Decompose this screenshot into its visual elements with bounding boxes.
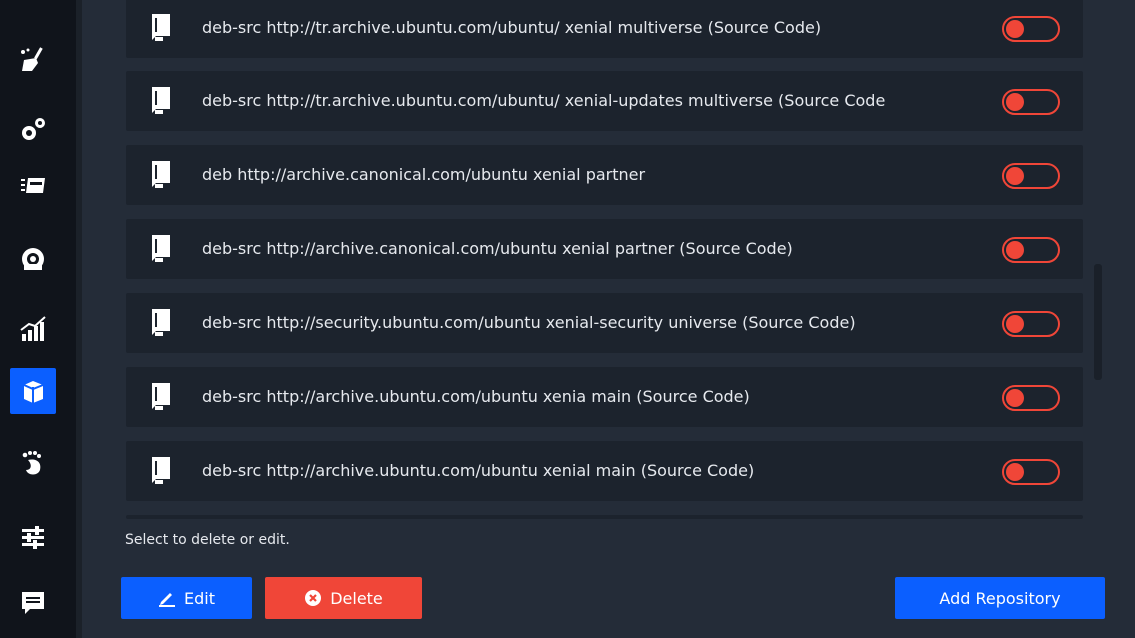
toggle-knob xyxy=(1006,315,1024,333)
sidebar-item-resources[interactable] xyxy=(10,306,56,352)
repository-toggle[interactable] xyxy=(1002,459,1060,485)
resources-chart-icon xyxy=(20,316,46,341)
repository-text: deb-src http://archive.canonical.com/ubu… xyxy=(202,239,793,258)
document-icon xyxy=(152,87,170,114)
package-box-icon xyxy=(23,381,44,403)
sidebar-item-startup[interactable] xyxy=(10,162,56,208)
sidebar xyxy=(0,0,76,638)
sidebar-item-system-info[interactable] xyxy=(10,106,56,152)
document-icon xyxy=(152,161,170,188)
toggle-knob xyxy=(1006,20,1024,38)
repository-toggle[interactable] xyxy=(1002,311,1060,337)
toggle-knob xyxy=(1006,463,1024,481)
broom-icon xyxy=(21,47,43,71)
toggle-knob xyxy=(1006,241,1024,259)
close-circle-icon xyxy=(305,590,322,606)
add-repository-button[interactable]: Add Repository xyxy=(895,577,1105,619)
document-icon xyxy=(152,309,170,336)
document-icon xyxy=(152,383,170,410)
gears-icon xyxy=(22,118,45,140)
sidebar-item-cleaner[interactable] xyxy=(10,36,56,82)
document-icon xyxy=(152,235,170,262)
repository-row[interactable]: deb-src http://archive.ubuntu.com/ubuntu… xyxy=(126,441,1083,501)
repository-row[interactable]: deb-src http://security.ubuntu.com/ubunt… xyxy=(126,293,1083,353)
edit-button-label: Edit xyxy=(184,588,215,608)
sidebar-item-services[interactable] xyxy=(10,236,56,282)
comment-icon xyxy=(22,592,44,614)
repositories-panel: deb-src http://tr.archive.ubuntu.com/ubu… xyxy=(82,0,1135,638)
add-repository-button-label: Add Repository xyxy=(939,588,1061,608)
edit-button[interactable]: Edit xyxy=(121,577,252,619)
scrollbar[interactable] xyxy=(1094,264,1102,380)
sidebar-item-gnome[interactable] xyxy=(10,440,56,486)
repository-text: deb-src http://security.ubuntu.com/ubunt… xyxy=(202,313,856,332)
repository-row[interactable]: deb http://archive.canonical.com/ubuntu … xyxy=(126,145,1083,205)
repository-row-partial[interactable] xyxy=(126,515,1083,519)
toggle-knob xyxy=(1006,389,1024,407)
selection-hint: Select to delete or edit. xyxy=(125,532,290,548)
repository-text: deb http://archive.canonical.com/ubuntu … xyxy=(202,165,646,184)
sidebar-item-feedback[interactable] xyxy=(10,580,56,626)
toggle-knob xyxy=(1006,93,1024,111)
delete-button-label: Delete xyxy=(330,588,383,608)
sidebar-item-packages[interactable] xyxy=(10,368,56,414)
repository-row[interactable]: deb-src http://tr.archive.ubuntu.com/ubu… xyxy=(126,71,1083,131)
repository-row[interactable]: deb-src http://archive.canonical.com/ubu… xyxy=(126,219,1083,279)
gnome-foot-icon xyxy=(22,451,41,475)
repository-toggle[interactable] xyxy=(1002,163,1060,189)
repository-row[interactable]: deb-src http://tr.archive.ubuntu.com/ubu… xyxy=(126,0,1083,58)
repository-toggle[interactable] xyxy=(1002,237,1060,263)
delete-button[interactable]: Delete xyxy=(265,577,422,619)
services-icon xyxy=(22,248,44,270)
repository-text: deb-src http://archive.ubuntu.com/ubuntu… xyxy=(202,387,750,406)
sidebar-item-settings[interactable] xyxy=(10,514,56,560)
repository-toggle[interactable] xyxy=(1002,385,1060,411)
pencil-icon xyxy=(159,593,175,607)
repository-text: deb-src http://tr.archive.ubuntu.com/ubu… xyxy=(202,91,886,110)
repository-toggle[interactable] xyxy=(1002,89,1060,115)
repository-text: deb-src http://tr.archive.ubuntu.com/ubu… xyxy=(202,18,822,37)
repository-text: deb-src http://archive.ubuntu.com/ubuntu… xyxy=(202,461,755,480)
startup-apps-icon xyxy=(21,178,45,193)
document-icon xyxy=(152,457,170,484)
document-icon xyxy=(152,14,170,41)
repository-toggle[interactable] xyxy=(1002,16,1060,42)
repository-row[interactable]: deb-src http://archive.ubuntu.com/ubuntu… xyxy=(126,367,1083,427)
toggle-knob xyxy=(1006,167,1024,185)
sliders-icon xyxy=(22,526,44,549)
